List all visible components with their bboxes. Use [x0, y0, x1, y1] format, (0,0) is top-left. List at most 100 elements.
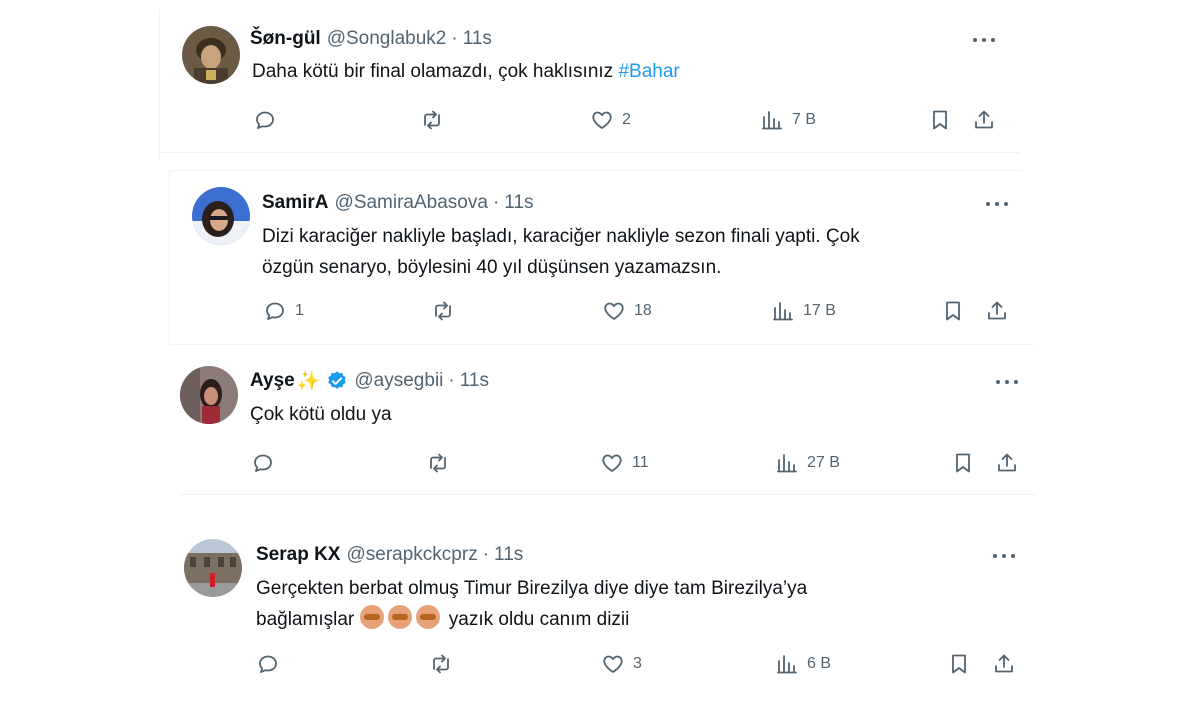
heart-icon: [592, 111, 612, 129]
view-count: 7 B: [792, 111, 817, 128]
timestamp[interactable]: 11s: [504, 192, 533, 214]
reply-icon: [256, 111, 274, 129]
share-button[interactable]: [992, 652, 1016, 676]
reply-button[interactable]: 1: [263, 299, 304, 323]
divider: [169, 170, 170, 344]
reply-button[interactable]: [251, 451, 275, 475]
tweet-text-line: Gerçekten berbat olmuş Timur Birezilya d…: [256, 578, 808, 599]
see-no-evil-monkey-emoji: [387, 605, 412, 629]
divider: [180, 494, 1036, 495]
separator: ·: [492, 192, 500, 213]
timestamp[interactable]: 11s: [494, 544, 523, 566]
tweet-text-body: bağlamışlar: [256, 609, 355, 630]
more-icon[interactable]: [973, 37, 995, 43]
share-button[interactable]: [972, 108, 996, 132]
avatar[interactable]: [182, 26, 240, 84]
tweet-text-line: Dizi karaciğer nakliyle başladı, karaciğ…: [262, 226, 860, 247]
share-button[interactable]: [995, 451, 1019, 475]
divider: [159, 10, 160, 160]
views-button[interactable]: 7 B: [760, 108, 816, 132]
reply-count: 1: [295, 302, 304, 319]
share-icon: [988, 301, 1006, 320]
tweet-card[interactable]: SamirA @SamiraAbasova · 11s Dizi karaciğ…: [170, 170, 1022, 342]
more-icon[interactable]: [996, 379, 1018, 385]
tweet-text-line: bağlamışlar yazık oldu canım dizii: [256, 604, 807, 635]
retweet-button[interactable]: [429, 652, 453, 676]
views-button[interactable]: 6 B: [775, 652, 831, 676]
views-button[interactable]: 17 B: [771, 299, 836, 323]
avatar[interactable]: [180, 366, 238, 424]
like-button[interactable]: 18: [602, 299, 652, 323]
separator: ·: [448, 370, 455, 391]
heart-icon: [603, 655, 623, 673]
bookmark-button[interactable]: [941, 299, 965, 323]
tweet-card[interactable]: Ayşe ✨ @aysegbii · 11s Çok kötü oldu ya 1…: [160, 352, 1036, 492]
bookmark-icon: [946, 301, 960, 321]
tweet-text: Çok kötü oldu ya: [250, 404, 392, 425]
verified-badge-icon[interactable]: [326, 370, 348, 392]
bookmark-button[interactable]: [951, 451, 975, 475]
retweet-button[interactable]: [420, 108, 444, 132]
bookmark-icon: [952, 654, 966, 674]
views-button[interactable]: 27 B: [775, 451, 840, 475]
retweet-icon: [435, 301, 451, 321]
more-icon[interactable]: [993, 553, 1015, 559]
avatar[interactable]: [192, 187, 250, 245]
heart-icon: [604, 302, 624, 320]
retweet-icon: [424, 110, 440, 130]
retweet-icon: [430, 453, 446, 473]
views-icon: [777, 655, 797, 674]
share-button[interactable]: [985, 299, 1009, 323]
tweet-card[interactable]: Serap KX @serapkckcprz · 11s Gerçekten b…: [160, 524, 1036, 700]
bookmark-icon: [933, 110, 947, 130]
bookmark-icon: [956, 453, 970, 473]
sparkles-emoji: ✨: [296, 371, 321, 392]
separator: ·: [451, 28, 458, 49]
user-handle[interactable]: @aysegbii: [354, 370, 443, 392]
like-count: 2: [622, 111, 631, 128]
display-name[interactable]: Ayşe: [250, 370, 295, 392]
divider: [170, 344, 1034, 345]
heart-icon: [602, 454, 622, 472]
like-button[interactable]: 11: [600, 451, 649, 475]
see-no-evil-monkey-emoji: [415, 605, 440, 629]
timestamp[interactable]: 11s: [460, 370, 489, 392]
views-icon: [762, 111, 782, 130]
tweet-text: Dizi karaciğer nakliyle başladı, karaciğ…: [262, 221, 860, 283]
user-handle[interactable]: @SamiraAbasova: [335, 192, 488, 214]
display-name[interactable]: Šøn-gül: [250, 28, 321, 50]
hashtag-link[interactable]: #Bahar: [618, 61, 679, 82]
like-button[interactable]: 2: [590, 108, 631, 132]
view-count: 6 B: [807, 655, 832, 672]
like-button[interactable]: 3: [601, 652, 642, 676]
more-icon[interactable]: [986, 201, 1008, 207]
reply-button[interactable]: [253, 108, 277, 132]
user-handle[interactable]: @Songlabuk2: [327, 28, 447, 50]
share-icon: [975, 110, 993, 129]
bookmark-button[interactable]: [928, 108, 952, 132]
display-name[interactable]: Serap KX: [256, 544, 340, 566]
share-icon: [995, 654, 1013, 673]
like-count: 11: [632, 454, 649, 471]
like-count: 3: [633, 655, 642, 672]
reply-icon: [254, 454, 272, 472]
tweet-text-body: yazık oldu canım dizii: [448, 609, 630, 630]
like-count: 18: [634, 302, 652, 319]
share-icon: [998, 453, 1016, 472]
retweet-button[interactable]: [431, 299, 455, 323]
bookmark-button[interactable]: [947, 652, 971, 676]
tweet-text-line: özgün senaryo, böylesini 40 yıl düşünsen…: [262, 257, 722, 278]
tweet-card[interactable]: Šøn-gül @Songlabuk2 · 11s Daha kötü bir …: [160, 10, 1020, 152]
timestamp[interactable]: 11s: [463, 28, 492, 50]
user-handle[interactable]: @serapkckcprz: [346, 544, 477, 566]
avatar[interactable]: [184, 539, 242, 597]
reply-icon: [266, 302, 284, 320]
view-count: 27 B: [807, 454, 840, 471]
retweet-button[interactable]: [426, 451, 450, 475]
display-name[interactable]: SamirA: [262, 192, 329, 214]
views-icon: [777, 454, 797, 473]
reply-button[interactable]: [256, 652, 280, 676]
divider: [160, 152, 1020, 153]
view-count: 17 B: [803, 302, 836, 319]
separator: ·: [482, 544, 490, 565]
